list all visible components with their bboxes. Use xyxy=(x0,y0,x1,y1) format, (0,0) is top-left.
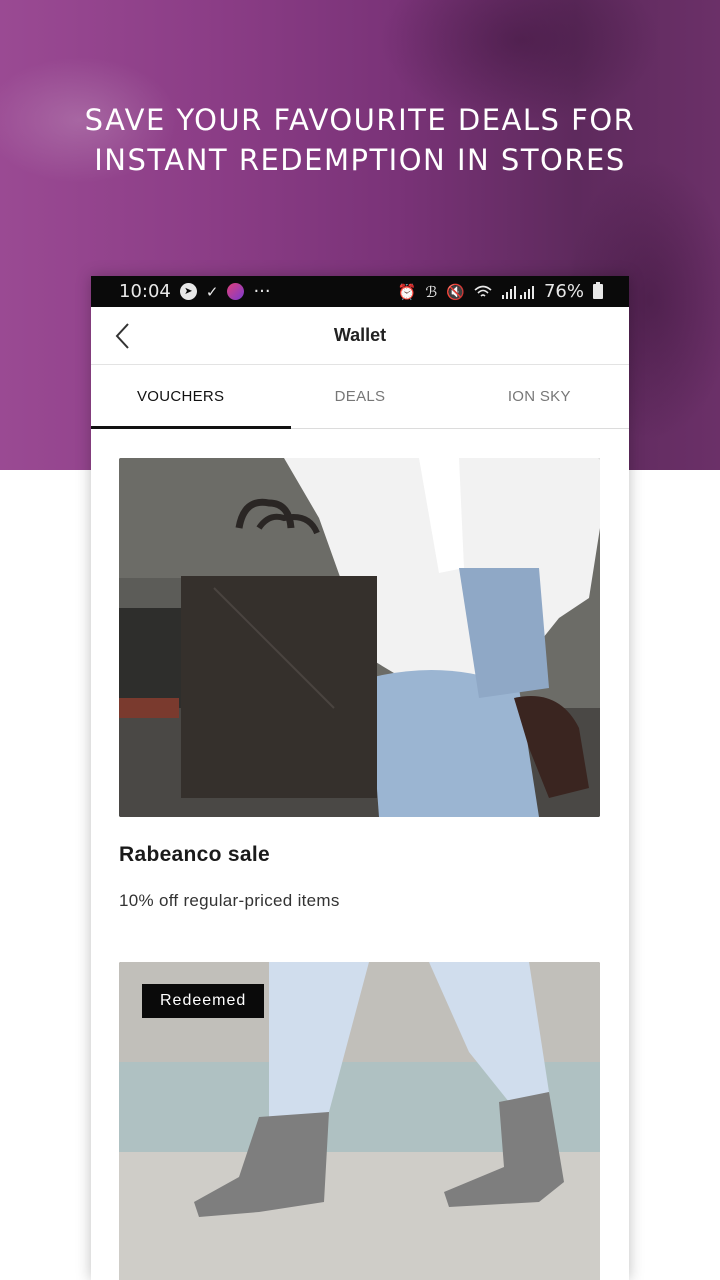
tab-bar: VOUCHERS DEALS ION SKY xyxy=(91,365,629,429)
battery-percent: 76% xyxy=(543,281,584,302)
signal-icon xyxy=(501,285,535,299)
voucher-title: Rabeanco sale xyxy=(119,843,270,866)
voucher-image xyxy=(119,458,600,817)
active-tab-indicator xyxy=(91,426,291,429)
chevron-left-icon xyxy=(115,323,129,349)
voucher-card[interactable]: Rabeanco sale 10% off regular-priced ite… xyxy=(119,458,600,911)
status-bar-right: ⏰ ℬ 🔇 76% xyxy=(398,281,603,302)
voucher-subtitle: 10% off regular-priced items xyxy=(119,891,340,910)
back-button[interactable] xyxy=(109,321,135,351)
status-time: 10:04 xyxy=(119,281,171,302)
tab-ion-sky[interactable]: ION SKY xyxy=(450,365,629,428)
status-bar-left: 10:04 ➤ ✓ ··· xyxy=(119,281,271,302)
wifi-icon xyxy=(474,285,492,299)
more-notifications-icon: ··· xyxy=(253,281,271,302)
tab-vouchers[interactable]: VOUCHERS xyxy=(91,365,270,428)
app-notification-icon xyxy=(227,283,245,300)
redeemed-badge: Redeemed xyxy=(142,984,265,1018)
alarm-icon: ⏰ xyxy=(397,282,417,301)
status-bar: 10:04 ➤ ✓ ··· ⏰ ℬ 🔇 76% xyxy=(91,276,629,307)
app-header: Wallet xyxy=(91,307,629,365)
bluetooth-icon: ℬ xyxy=(425,282,438,301)
phone-screen: 10:04 ➤ ✓ ··· ⏰ ℬ 🔇 76% Wallet VOUCHERS xyxy=(91,276,629,1280)
mute-icon: 🔇 xyxy=(446,282,465,301)
voucher-image: Redeemed xyxy=(119,962,600,1280)
download-done-icon: ✓ xyxy=(205,282,219,301)
battery-icon xyxy=(593,282,603,299)
navigation-icon: ➤ xyxy=(179,283,197,300)
handbag-photo xyxy=(119,458,600,817)
tab-deals[interactable]: DEALS xyxy=(270,365,449,428)
hero-title: SAVE YOUR FAVOURITE DEALS FOR INSTANT RE… xyxy=(84,103,636,177)
page-title: Wallet xyxy=(333,325,387,345)
voucher-card[interactable]: Redeemed xyxy=(119,962,600,1280)
